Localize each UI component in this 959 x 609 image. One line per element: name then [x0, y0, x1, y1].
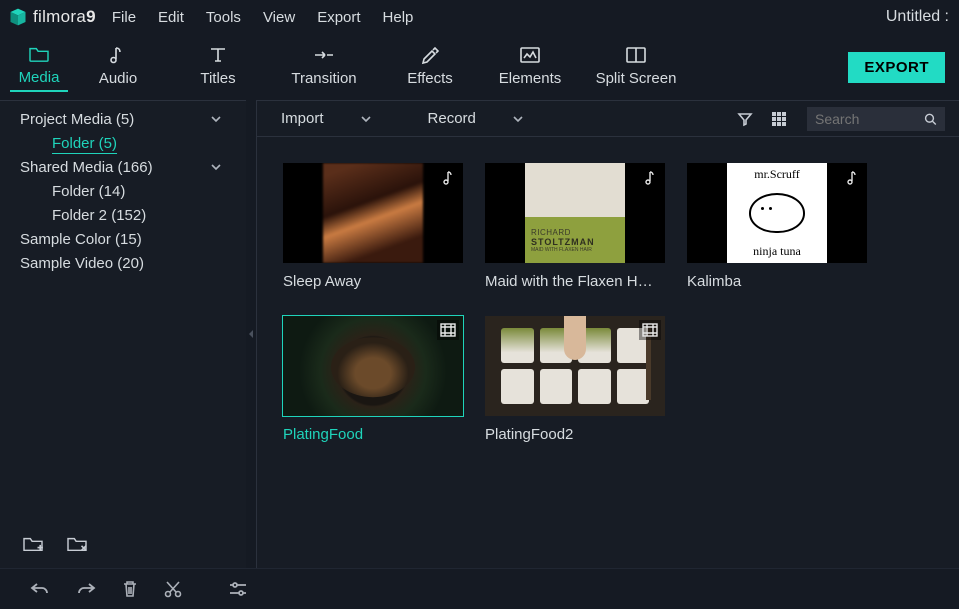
- sidebar: Project Media (5) Folder (5) Shared Medi…: [0, 100, 246, 568]
- tab-audio-label: Audio: [99, 70, 137, 87]
- media-toolbar: Import Record: [257, 101, 959, 137]
- audio-badge-icon: [843, 167, 863, 189]
- chevron-down-icon: [512, 115, 524, 123]
- cut-icon[interactable]: [164, 580, 182, 598]
- effects-icon: [420, 44, 440, 66]
- logo-icon: [8, 7, 28, 27]
- tree-folder-selected[interactable]: Folder (5): [0, 131, 246, 155]
- tree-sample-color[interactable]: Sample Color (15): [0, 227, 246, 251]
- media-title: PlatingFood: [283, 426, 463, 443]
- music-icon: [109, 44, 127, 66]
- tree-label: Project Media (5): [20, 111, 134, 128]
- transition-icon: [312, 44, 336, 66]
- tab-media-label: Media: [19, 69, 60, 86]
- media-item[interactable]: RICHARDSTOLTZMANMAID WITH FLAXEN HAIR Ma…: [485, 163, 665, 290]
- thumbnail: [283, 163, 463, 263]
- import-label: Import: [281, 110, 324, 127]
- splitscreen-icon: [625, 44, 647, 66]
- elements-icon: [519, 44, 541, 66]
- record-dropdown[interactable]: Record: [428, 110, 524, 127]
- tab-splitscreen[interactable]: Split Screen: [580, 44, 692, 91]
- media-item[interactable]: PlatingFood2: [485, 316, 665, 443]
- chevron-down-icon: [360, 115, 372, 123]
- sidebar-resize-handle[interactable]: [246, 100, 256, 568]
- folder-icon: [28, 43, 50, 65]
- search-icon: [924, 112, 937, 126]
- video-badge-icon: [639, 320, 661, 340]
- add-folder-icon[interactable]: [22, 535, 44, 553]
- menu-edit[interactable]: Edit: [158, 9, 184, 26]
- thumbnail: RICHARDSTOLTZMANMAID WITH FLAXEN HAIR: [485, 163, 665, 263]
- tree-label: Sample Color (15): [20, 231, 142, 248]
- search-input[interactable]: [815, 111, 924, 127]
- media-grid: Sleep Away RICHARDSTOLTZMANMAID WITH FLA…: [257, 137, 959, 568]
- undo-icon[interactable]: [30, 581, 50, 597]
- redo-icon[interactable]: [76, 581, 96, 597]
- app-logo: filmora9: [8, 7, 96, 27]
- chevron-down-icon: [210, 163, 222, 171]
- tab-effects[interactable]: Effects: [380, 44, 480, 91]
- filter-icon[interactable]: [737, 111, 753, 127]
- sidebar-actions: [0, 520, 246, 568]
- media-title: PlatingFood2: [485, 426, 665, 443]
- audio-badge-icon: [439, 167, 459, 189]
- mode-tabs: Media Audio Titles Transition Effects El…: [0, 34, 959, 100]
- timeline-toolbar: [0, 568, 959, 609]
- thumbnail: [485, 316, 665, 416]
- media-item[interactable]: Sleep Away: [283, 163, 463, 290]
- menu-tools[interactable]: Tools: [206, 9, 241, 26]
- menu-view[interactable]: View: [263, 9, 295, 26]
- tree-shared-media[interactable]: Shared Media (166): [0, 155, 246, 179]
- video-badge-icon: [437, 320, 459, 340]
- search-box[interactable]: [807, 107, 945, 131]
- tree-folder[interactable]: Folder (14): [0, 179, 246, 203]
- tree-label: Folder 2 (152): [52, 207, 146, 224]
- menu-help[interactable]: Help: [383, 9, 414, 26]
- tab-transition[interactable]: Transition: [268, 44, 380, 91]
- project-title: Untitled :: [886, 8, 951, 26]
- media-title: Sleep Away: [283, 273, 463, 290]
- thumbnail: mr.Scruffninja tuna: [687, 163, 867, 263]
- record-label: Record: [428, 110, 476, 127]
- menu-export[interactable]: Export: [317, 9, 360, 26]
- tree-folder-2[interactable]: Folder 2 (152): [0, 203, 246, 227]
- settings-sliders-icon[interactable]: [228, 581, 248, 597]
- remove-folder-icon[interactable]: [66, 535, 88, 553]
- tree-label: Folder (14): [52, 183, 125, 200]
- menu-items: File Edit Tools View Export Help: [112, 9, 414, 26]
- media-title: Kalimba: [687, 273, 867, 290]
- app-name: filmora9: [33, 7, 96, 27]
- thumbnail: [283, 316, 463, 416]
- tree-label: Shared Media (166): [20, 159, 153, 176]
- tab-titles-label: Titles: [200, 70, 235, 87]
- media-item-selected[interactable]: PlatingFood: [283, 316, 463, 443]
- chevron-down-icon: [210, 115, 222, 123]
- media-tree: Project Media (5) Folder (5) Shared Medi…: [0, 101, 246, 520]
- tab-titles[interactable]: Titles: [168, 44, 268, 91]
- tab-splitscreen-label: Split Screen: [596, 70, 677, 87]
- tab-elements-label: Elements: [499, 70, 562, 87]
- tree-label: Folder (5): [52, 135, 117, 152]
- grid-view-icon[interactable]: [771, 111, 787, 127]
- media-item[interactable]: mr.Scruffninja tuna Kalimba: [687, 163, 867, 290]
- tree-sample-video[interactable]: Sample Video (20): [0, 251, 246, 275]
- tab-elements[interactable]: Elements: [480, 44, 580, 91]
- tab-effects-label: Effects: [407, 70, 453, 87]
- menu-file[interactable]: File: [112, 9, 136, 26]
- tab-audio[interactable]: Audio: [68, 44, 168, 91]
- tree-label: Sample Video (20): [20, 255, 144, 272]
- tab-transition-label: Transition: [291, 70, 356, 87]
- text-icon: [208, 44, 228, 66]
- import-dropdown[interactable]: Import: [281, 110, 372, 127]
- tab-media[interactable]: Media: [10, 43, 68, 92]
- menu-bar: filmora9 File Edit Tools View Export Hel…: [0, 0, 959, 34]
- media-panel: Import Record Sleep Away: [256, 100, 959, 568]
- delete-icon[interactable]: [122, 580, 138, 598]
- media-title: Maid with the Flaxen H…: [485, 273, 665, 290]
- export-button[interactable]: EXPORT: [848, 52, 945, 83]
- audio-badge-icon: [641, 167, 661, 189]
- tree-project-media[interactable]: Project Media (5): [0, 107, 246, 131]
